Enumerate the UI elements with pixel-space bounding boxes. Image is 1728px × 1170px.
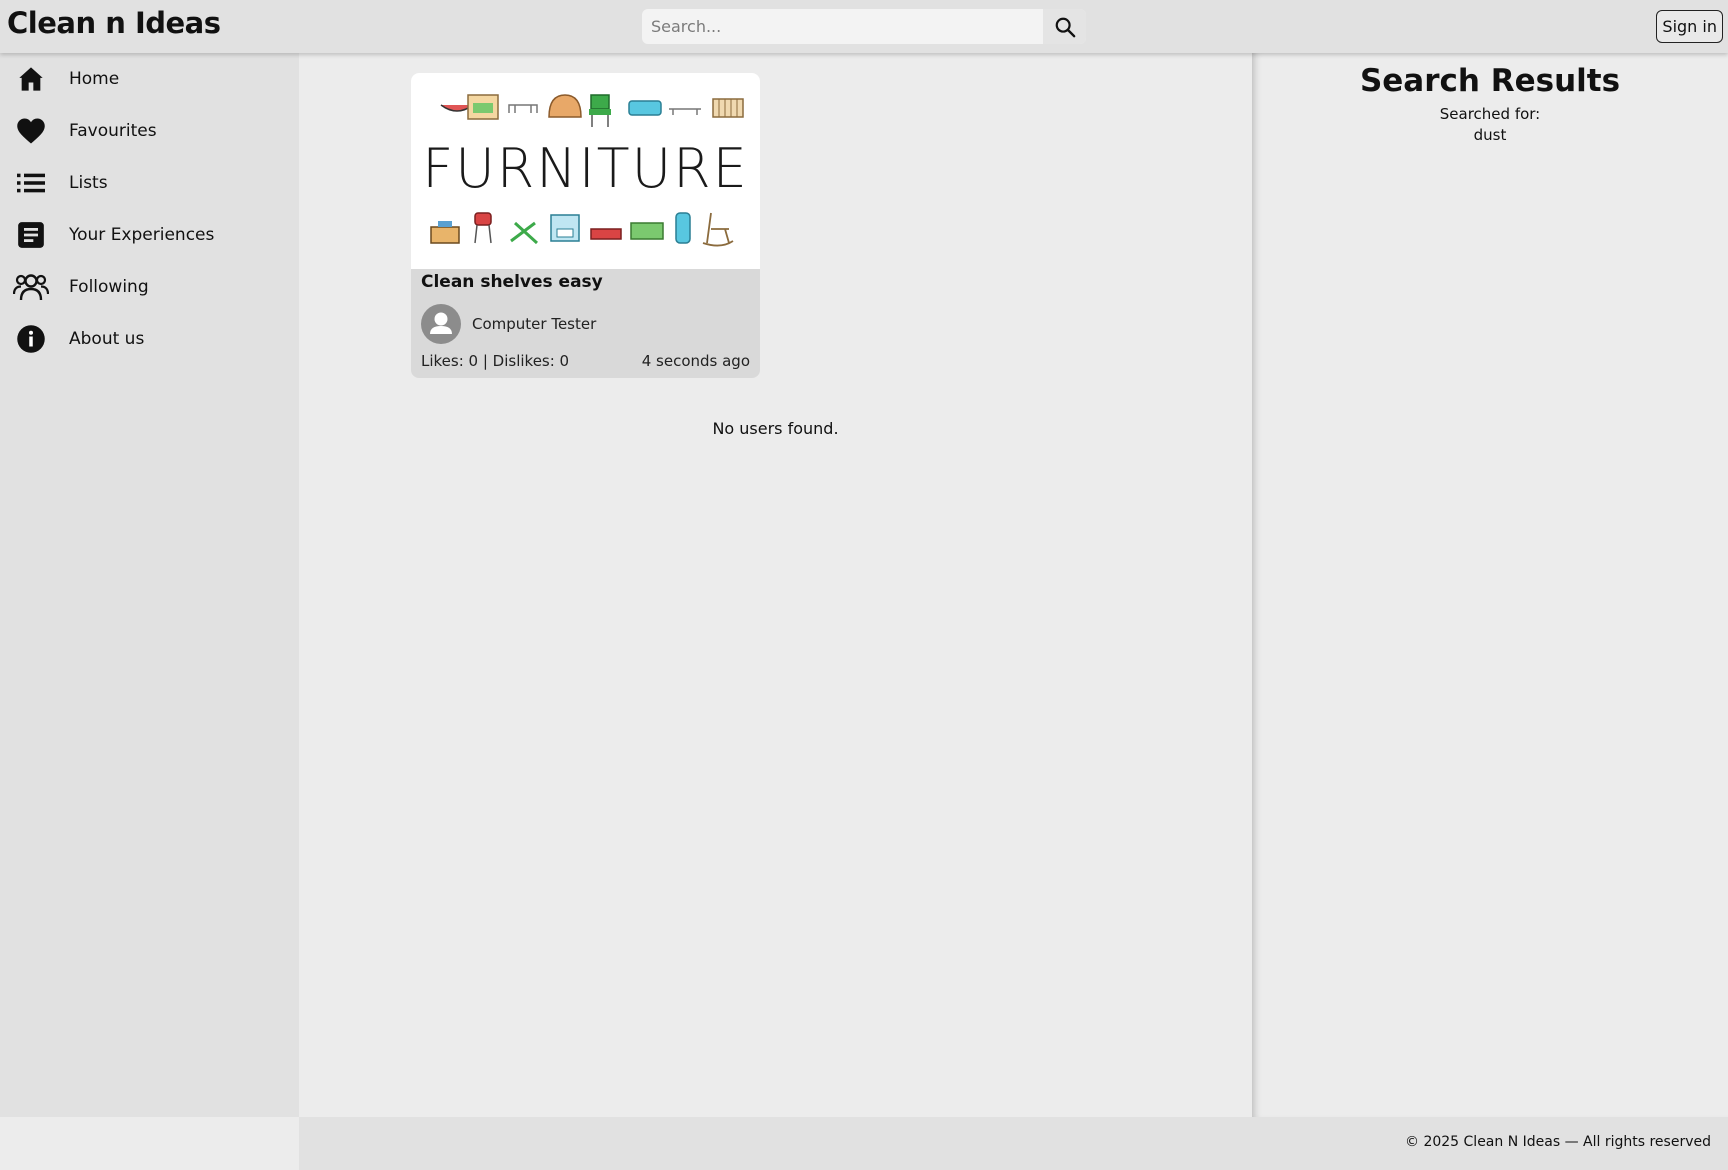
search-bar [642,9,1086,44]
searched-term: dust [1473,126,1507,144]
sidebar-item-label: Your Experiences [69,225,215,245]
sidebar-item-following[interactable]: Following [0,262,299,312]
copyright-text: © 2025 Clean N Ideas — All rights reserv… [1405,1134,1711,1150]
card-image-word: FURNITURE [422,137,749,200]
footer-spacer [0,1117,299,1170]
top-header: Clean n Ideas Sign in [0,0,1728,53]
home-icon [13,61,49,97]
sidebar-item-home[interactable]: Home [0,54,299,104]
search-results-panel: Search Results Searched for: dust [1252,53,1728,1117]
no-users-message: No users found. [712,419,839,438]
sidebar-item-label: Home [69,69,120,89]
sidebar-item-lists[interactable]: Lists [0,158,299,208]
search-button[interactable] [1043,9,1086,44]
card-timestamp: 4 seconds ago [641,352,750,370]
sidebar-item-favourites[interactable]: Favourites [0,106,299,156]
experience-card[interactable]: FURNITURE Clean shelves easy Computer Te… [411,73,760,378]
search-input[interactable] [642,9,1043,44]
search-icon [1055,17,1075,37]
card-stats: Likes: 0 | Dislikes: 0 [421,352,570,370]
sign-in-button[interactable]: Sign in [1656,10,1723,43]
sidebar-item-label: Lists [69,173,108,193]
sidebar-item-label: About us [69,329,145,349]
avatar[interactable] [421,304,461,344]
sidebar-item-label: Following [69,277,149,297]
searched-for-label: Searched for: [1439,105,1541,123]
people-icon [13,269,49,305]
sidebar-item-about-us[interactable]: About us [0,314,299,364]
sidebar: Home Favourites Lists Your Experiences F… [0,53,299,1117]
card-image: FURNITURE [411,73,760,269]
user-icon [430,312,452,334]
sidebar-item-label: Favourites [69,121,157,141]
info-icon [13,321,49,357]
heart-icon [13,113,49,149]
card-title[interactable]: Clean shelves easy [421,272,603,292]
app-logo[interactable]: Clean n Ideas [7,6,221,40]
results-heading: Search Results [1359,63,1621,99]
footer: © 2025 Clean N Ideas — All rights reserv… [299,1117,1728,1170]
list-icon [13,165,49,201]
document-icon [13,217,49,253]
sidebar-item-your-experiences[interactable]: Your Experiences [0,210,299,260]
main-content: FURNITURE Clean shelves easy Computer Te… [299,53,1252,1117]
card-author[interactable]: Computer Tester [472,315,596,333]
